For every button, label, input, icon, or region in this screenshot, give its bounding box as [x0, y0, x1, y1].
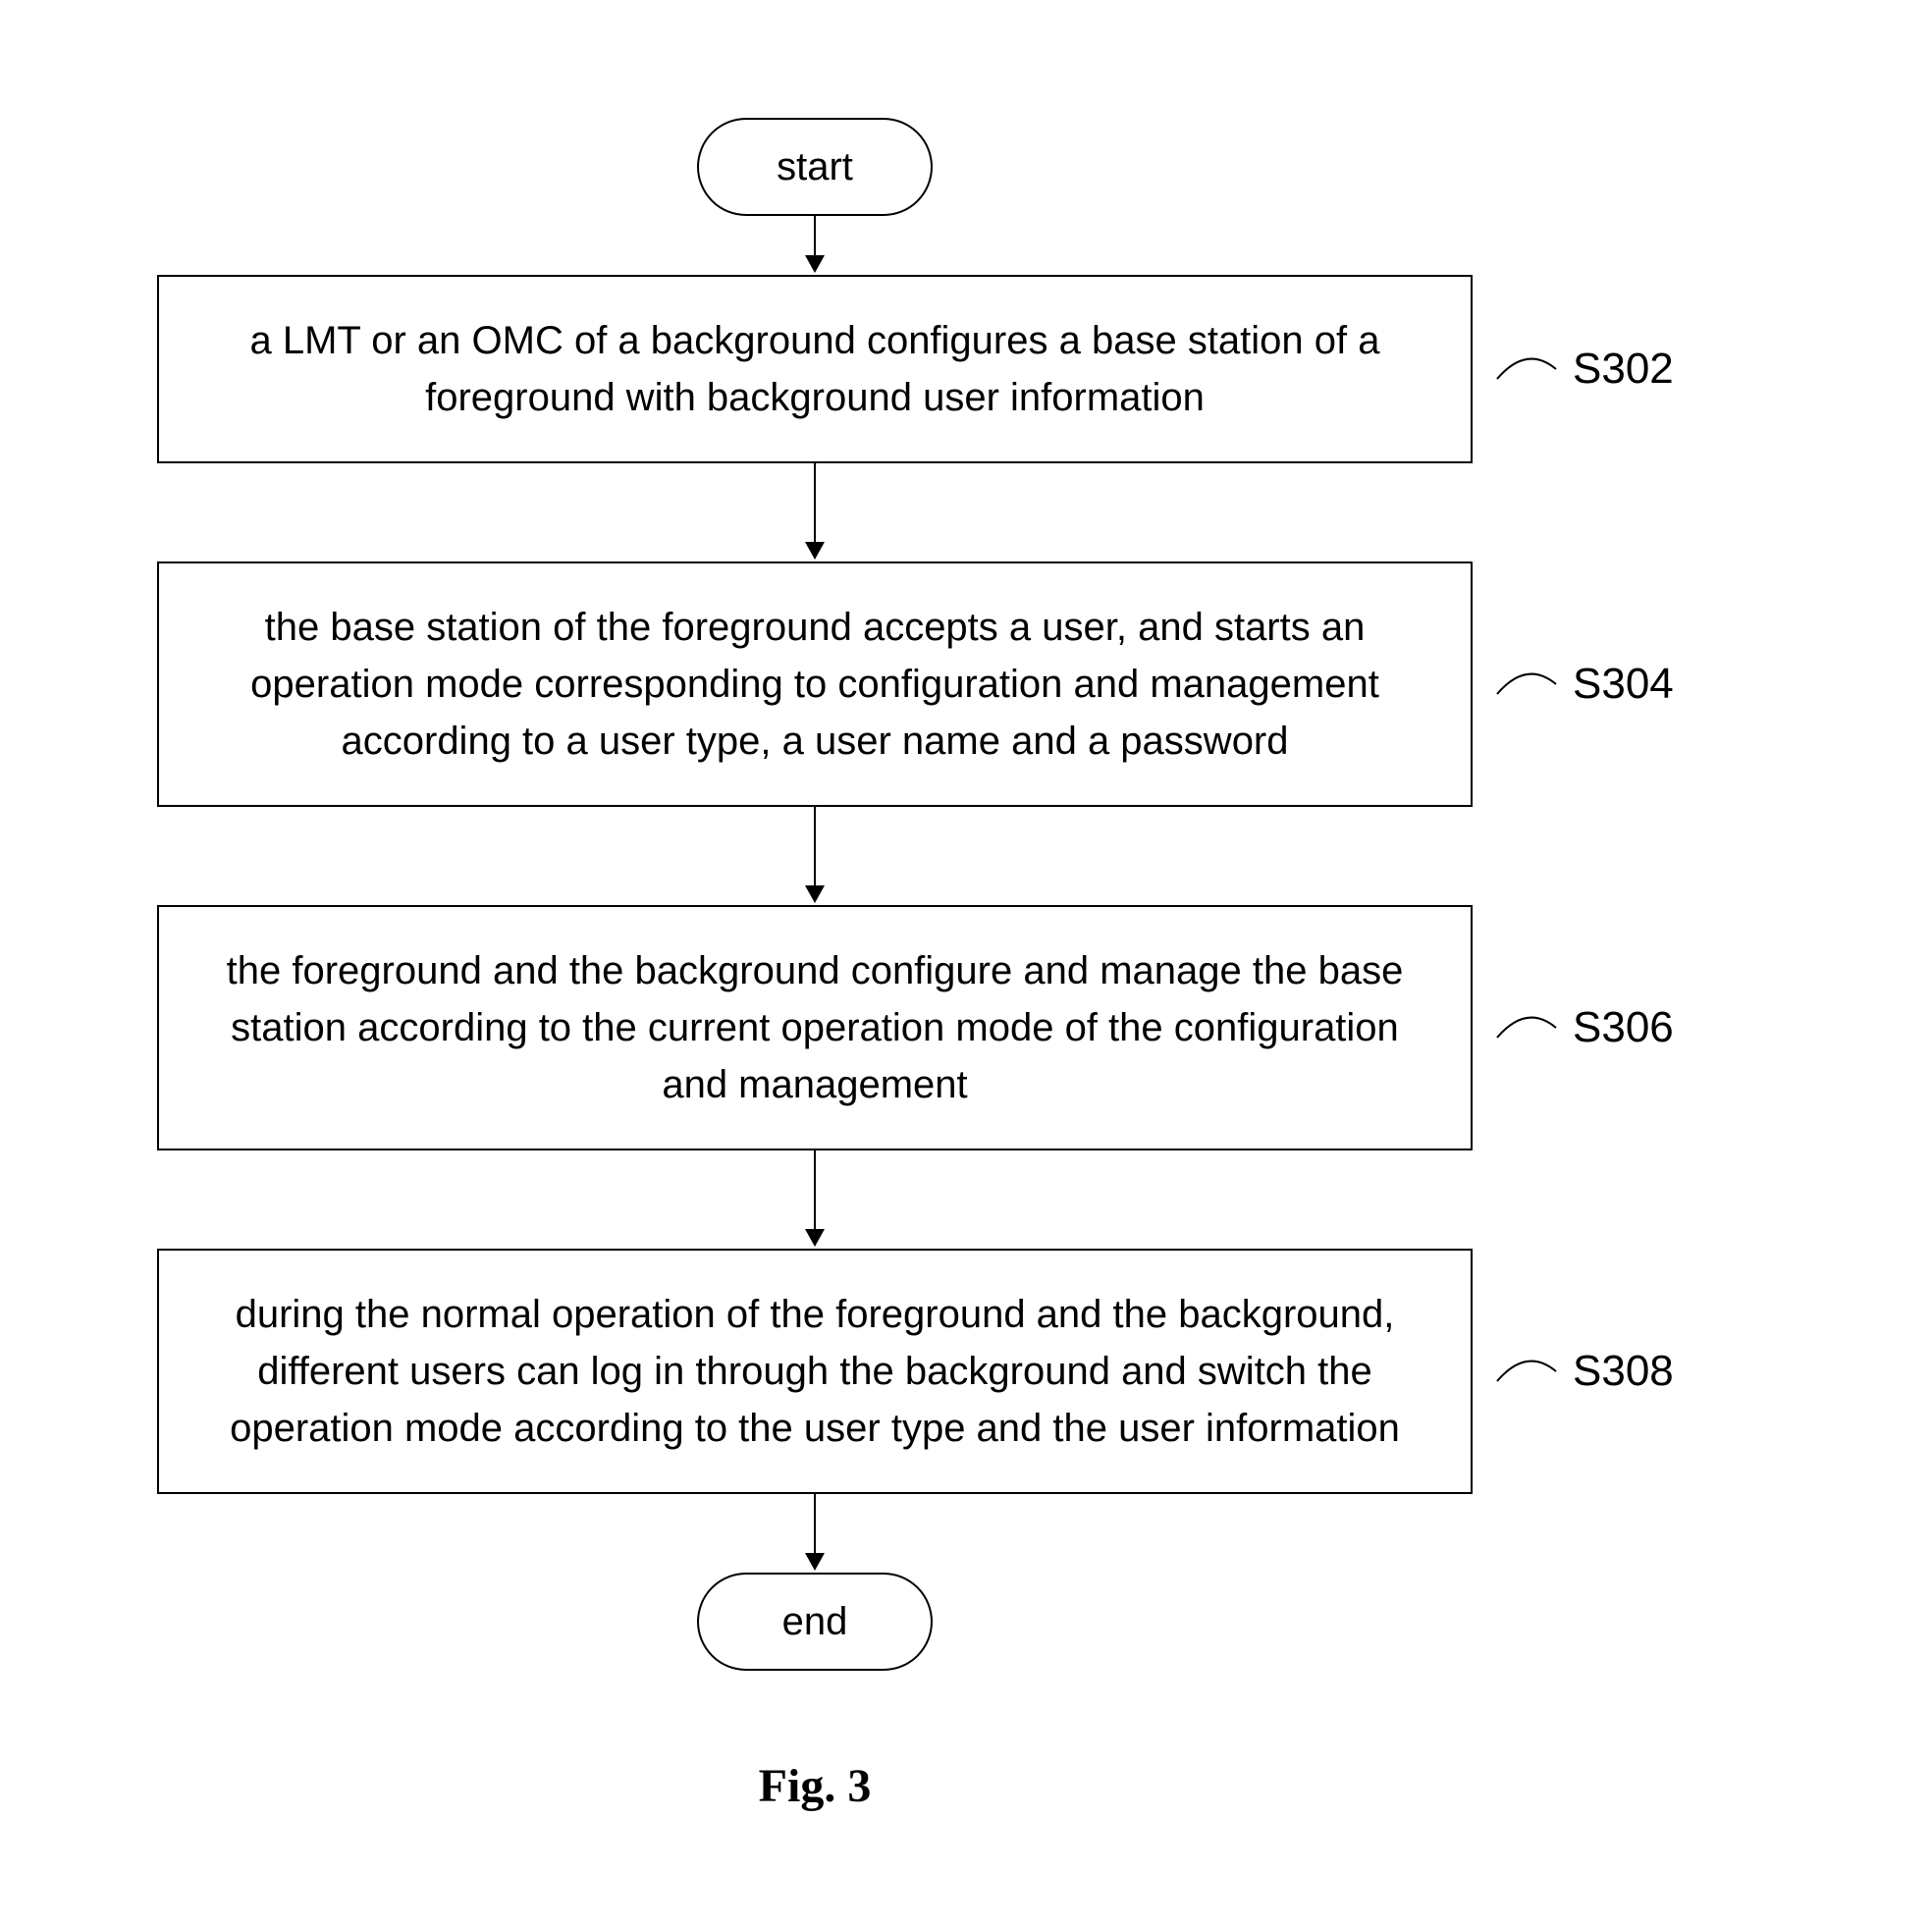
connector-curve-icon: [1492, 1342, 1561, 1401]
process-text: a LMT or an OMC of a background configur…: [198, 312, 1431, 426]
process-box-s304: the base station of the foreground accep…: [157, 561, 1473, 807]
step-row: during the normal operation of the foreg…: [98, 1249, 1834, 1494]
process-box-s308: during the normal operation of the foreg…: [157, 1249, 1473, 1494]
step-row: the foreground and the background config…: [98, 905, 1834, 1150]
arrow-icon: [795, 1150, 834, 1249]
process-text: the base station of the foreground accep…: [198, 599, 1431, 770]
connector-curve-icon: [1492, 340, 1561, 399]
end-terminal: end: [697, 1573, 933, 1671]
label-connector: S304: [1492, 655, 1674, 714]
step-label: S304: [1573, 660, 1674, 709]
connector-curve-icon: [1492, 998, 1561, 1057]
step-label: S306: [1573, 1003, 1674, 1052]
end-label: end: [782, 1600, 848, 1644]
figure-caption: Fig. 3: [98, 1759, 1531, 1813]
process-box-s306: the foreground and the background config…: [157, 905, 1473, 1150]
start-label: start: [777, 145, 853, 189]
label-connector: S308: [1492, 1342, 1674, 1401]
process-text: the foreground and the background config…: [198, 942, 1431, 1113]
flowchart: start a LMT or an OMC of a background co…: [98, 118, 1834, 1813]
step-label: S308: [1573, 1347, 1674, 1396]
arrow-icon: [795, 1494, 834, 1573]
label-connector: S306: [1492, 998, 1674, 1057]
arrow-icon: [795, 216, 834, 275]
arrow-icon: [795, 463, 834, 561]
step-label: S302: [1573, 345, 1674, 394]
process-box-s302: a LMT or an OMC of a background configur…: [157, 275, 1473, 463]
label-connector: S302: [1492, 340, 1674, 399]
arrow-icon: [795, 807, 834, 905]
step-row: the base station of the foreground accep…: [98, 561, 1834, 807]
connector-curve-icon: [1492, 655, 1561, 714]
start-terminal: start: [697, 118, 933, 216]
process-text: during the normal operation of the foreg…: [198, 1286, 1431, 1457]
step-row: a LMT or an OMC of a background configur…: [98, 275, 1834, 463]
